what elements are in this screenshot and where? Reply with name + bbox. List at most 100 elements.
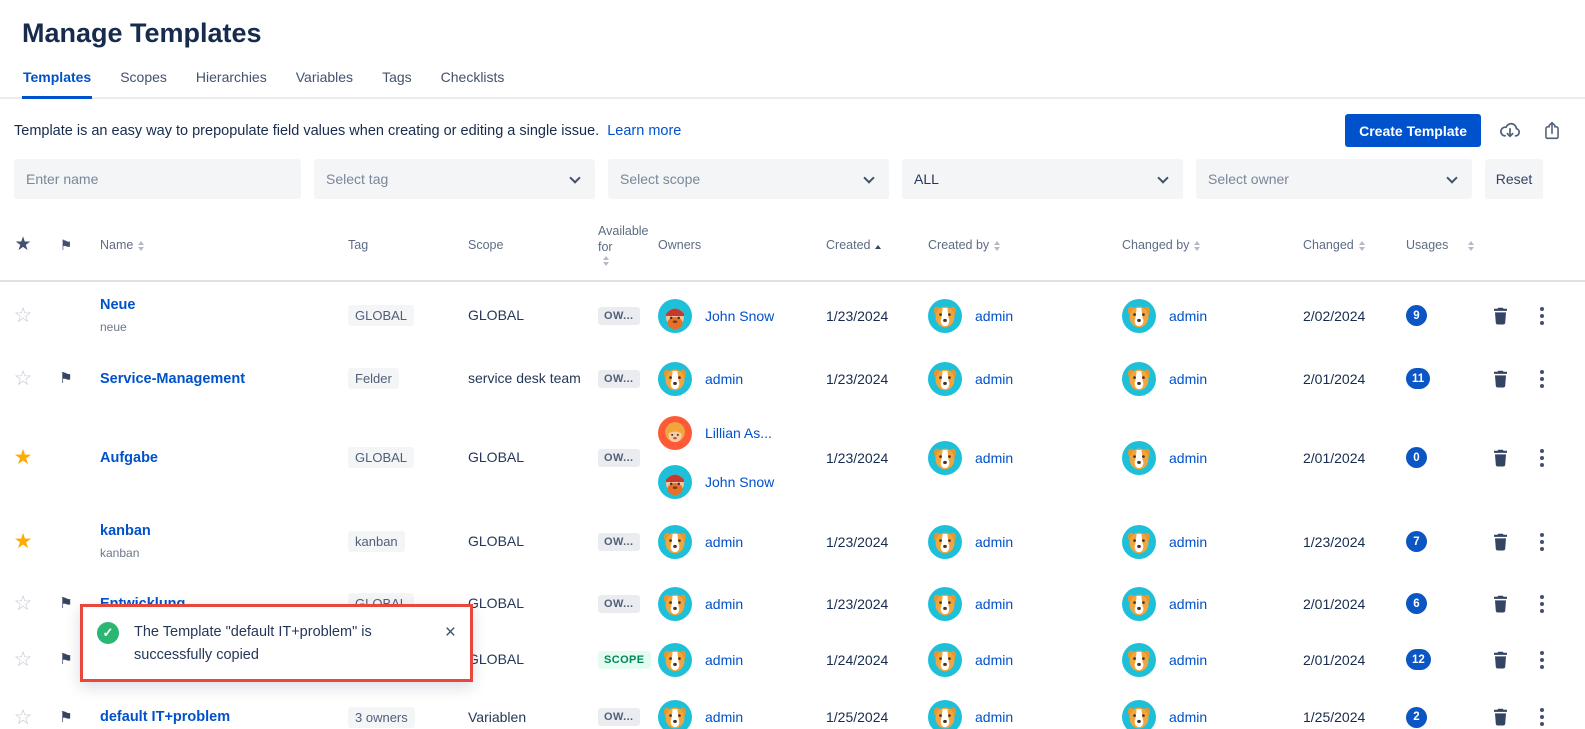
star-icon[interactable]: ☆: [14, 593, 33, 614]
tag-filter-select[interactable]: Select tag: [314, 159, 595, 199]
col-header-usages[interactable]: Usages: [1392, 237, 1478, 253]
learn-more-link[interactable]: Learn more: [607, 123, 681, 139]
star-icon[interactable]: ☆: [14, 368, 33, 389]
owner-link[interactable]: admin: [705, 371, 743, 387]
delete-button[interactable]: [1490, 447, 1511, 469]
creator-link[interactable]: admin: [975, 709, 1013, 725]
creator-avatar: [928, 700, 962, 729]
changer-link[interactable]: admin: [1169, 371, 1207, 387]
col-header-tag: Tag: [334, 237, 454, 253]
creator-link[interactable]: admin: [975, 652, 1013, 668]
more-actions-button[interactable]: [1536, 591, 1548, 617]
col-header-created-by[interactable]: Created by: [914, 237, 1108, 253]
owner-link[interactable]: John Snow: [705, 474, 774, 490]
create-template-button[interactable]: Create Template: [1345, 114, 1481, 147]
template-name-link[interactable]: default IT+problem: [100, 709, 230, 725]
owner-avatar: [658, 700, 692, 729]
type-filter-select[interactable]: ALL: [902, 159, 1183, 199]
flag-icon[interactable]: ⚑: [59, 596, 72, 611]
owner-filter-select[interactable]: Select owner: [1196, 159, 1472, 199]
more-actions-button[interactable]: [1536, 647, 1548, 673]
owner-link[interactable]: John Snow: [705, 308, 774, 324]
creator-link[interactable]: admin: [975, 308, 1013, 324]
col-header-name[interactable]: Name: [86, 237, 334, 253]
template-name-link[interactable]: kanban: [100, 523, 151, 539]
changer-link[interactable]: admin: [1169, 596, 1207, 612]
more-actions-button[interactable]: [1536, 366, 1548, 392]
col-header-created[interactable]: Created: [812, 237, 914, 253]
owner-link[interactable]: admin: [705, 709, 743, 725]
tab-templates[interactable]: Templates: [22, 63, 92, 99]
page-description: Template is an easy way to prepopulate f…: [14, 123, 681, 139]
tab-checklists[interactable]: Checklists: [440, 63, 506, 99]
table-row: ☆ ⚑ Service-Management Felder service de…: [0, 350, 1585, 408]
more-actions-button[interactable]: [1536, 303, 1548, 329]
star-icon[interactable]: ★: [14, 447, 33, 468]
owner-link[interactable]: admin: [705, 596, 743, 612]
table-row: ☆ Neueneue GLOBAL GLOBAL OW... John Snow…: [0, 282, 1585, 350]
more-actions-button[interactable]: [1536, 529, 1548, 555]
flag-icon[interactable]: ⚑: [59, 710, 72, 725]
owner-link[interactable]: admin: [705, 534, 743, 550]
export-icon[interactable]: [1539, 117, 1565, 145]
changed-date: 1/23/2024: [1303, 534, 1365, 550]
delete-button[interactable]: [1490, 593, 1511, 615]
template-name-link[interactable]: Aufgabe: [100, 450, 158, 466]
tag-badge: GLOBAL: [348, 305, 414, 326]
creator-link[interactable]: admin: [975, 596, 1013, 612]
delete-button[interactable]: [1490, 531, 1511, 553]
tab-scopes[interactable]: Scopes: [119, 63, 168, 99]
creator-link[interactable]: admin: [975, 371, 1013, 387]
sort-icon: [1468, 241, 1474, 251]
sort-icon: [603, 256, 609, 266]
scope-filter-select[interactable]: Select scope: [608, 159, 889, 199]
created-date: 1/23/2024: [826, 308, 888, 324]
tab-tags[interactable]: Tags: [381, 63, 413, 99]
col-header-available[interactable]: Available for: [584, 223, 644, 268]
reset-filters-button[interactable]: Reset: [1485, 159, 1543, 199]
flag-icon[interactable]: ⚑: [59, 371, 72, 386]
star-icon[interactable]: ★: [14, 531, 33, 552]
close-icon[interactable]: ×: [445, 623, 456, 642]
creator-link[interactable]: admin: [975, 450, 1013, 466]
col-header-changed[interactable]: Changed: [1289, 237, 1392, 253]
tab-variables[interactable]: Variables: [295, 63, 354, 99]
template-name-link[interactable]: Neue: [100, 297, 135, 313]
changer-link[interactable]: admin: [1169, 652, 1207, 668]
delete-button[interactable]: [1490, 706, 1511, 728]
delete-button[interactable]: [1490, 649, 1511, 671]
template-name-link[interactable]: Service-Management: [100, 371, 245, 387]
created-date: 1/23/2024: [826, 596, 888, 612]
available-for-badge: SCOPE: [598, 651, 651, 669]
star-icon[interactable]: ☆: [14, 707, 33, 728]
created-date: 1/23/2024: [826, 371, 888, 387]
creator-link[interactable]: admin: [975, 534, 1013, 550]
chevron-down-icon: [863, 172, 874, 183]
name-filter-input[interactable]: [14, 159, 301, 199]
changer-link[interactable]: admin: [1169, 450, 1207, 466]
available-for-badge: OW...: [598, 307, 640, 325]
owner-link[interactable]: admin: [705, 652, 743, 668]
delete-button[interactable]: [1490, 368, 1511, 390]
flag-icon[interactable]: ⚑: [59, 652, 72, 667]
delete-button[interactable]: [1490, 305, 1511, 327]
available-for-badge: OW...: [598, 533, 640, 551]
cloud-download-icon[interactable]: [1495, 117, 1525, 145]
description-text: Template is an easy way to prepopulate f…: [14, 123, 599, 139]
table-header-row: ★ ⚑ Name Tag Scope Available for Owners …: [0, 213, 1585, 282]
changed-date: 2/01/2024: [1303, 450, 1365, 466]
col-header-changed-by[interactable]: Changed by: [1108, 237, 1289, 253]
star-icon[interactable]: ☆: [14, 649, 33, 670]
scope-value: Variablen: [468, 707, 526, 727]
changer-link[interactable]: admin: [1169, 534, 1207, 550]
scope-value: GLOBAL: [468, 649, 524, 669]
changed-date: 2/02/2024: [1303, 308, 1365, 324]
more-actions-button[interactable]: [1536, 704, 1548, 729]
changer-link[interactable]: admin: [1169, 709, 1207, 725]
more-actions-button[interactable]: [1536, 445, 1548, 471]
owner-link[interactable]: Lillian As...: [705, 425, 772, 441]
tab-hierarchies[interactable]: Hierarchies: [195, 63, 268, 99]
col-header-star: ★: [0, 233, 46, 258]
changer-link[interactable]: admin: [1169, 308, 1207, 324]
star-icon[interactable]: ☆: [14, 305, 33, 326]
